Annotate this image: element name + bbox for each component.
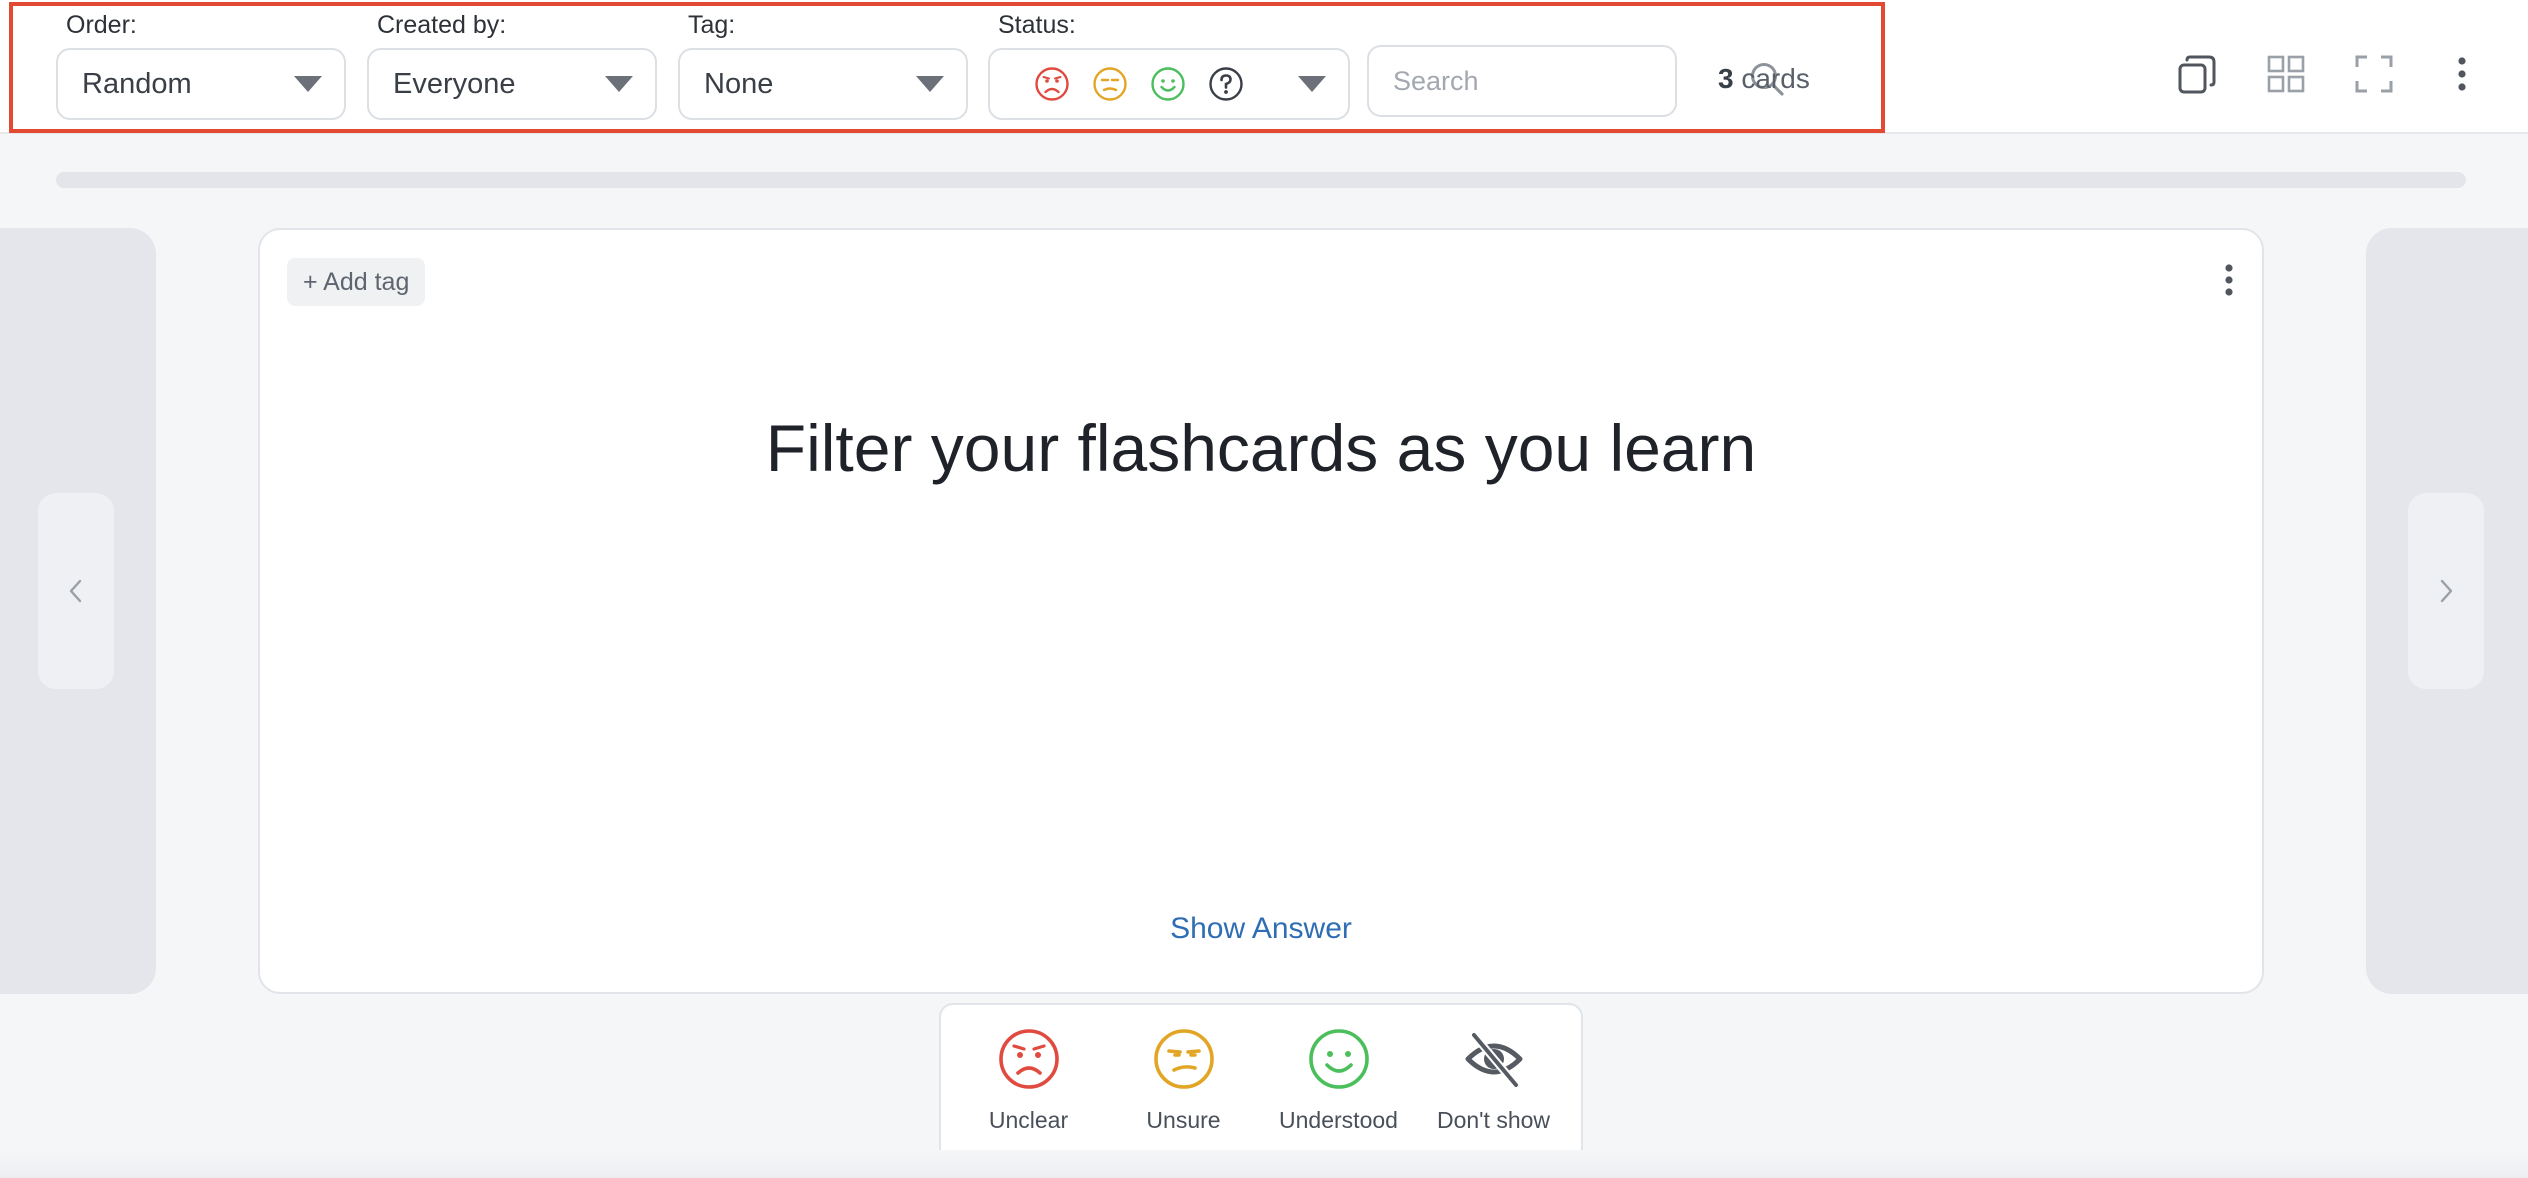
next-card-button[interactable] — [2408, 493, 2484, 689]
progress-bar — [56, 172, 2466, 188]
search-box — [1367, 45, 1784, 117]
created-by-select[interactable]: Everyone — [367, 48, 657, 120]
rating-unsure-button[interactable]: Unsure — [1109, 1027, 1259, 1134]
happy-face-icon[interactable] — [1150, 66, 1186, 102]
order-value: Random — [82, 67, 192, 100]
eye-off-icon — [1462, 1027, 1526, 1091]
status-icons — [1014, 66, 1298, 102]
rating-bar: Unclear Unsure Understood Don't show — [939, 1003, 1583, 1167]
question-circle-icon[interactable] — [1208, 66, 1244, 102]
chevron-left-icon — [69, 579, 82, 603]
unsure-face-icon — [1152, 1027, 1216, 1091]
rating-unclear-button[interactable]: Unclear — [954, 1027, 1104, 1134]
status-filter: Status: — [988, 10, 1350, 120]
card-count-number: 3 — [1718, 63, 1734, 94]
rating-understood-label: Understood — [1279, 1107, 1398, 1133]
show-answer-button[interactable]: Show Answer — [260, 912, 2262, 946]
status-select[interactable] — [988, 48, 1350, 120]
rating-dont-show-button[interactable]: Don't show — [1419, 1027, 1569, 1134]
created-by-filter: Created by: Everyone — [367, 10, 657, 120]
flashcard: + Add tag Filter your flashcards as you … — [258, 228, 2264, 994]
rating-understood-button[interactable]: Understood — [1264, 1027, 1414, 1134]
next-card-panel — [2366, 228, 2528, 994]
fullscreen-icon[interactable] — [2352, 52, 2396, 96]
previous-card-panel — [0, 228, 156, 994]
sad-face-icon[interactable] — [1034, 66, 1070, 102]
order-select[interactable]: Random — [56, 48, 346, 120]
order-label: Order: — [66, 11, 137, 39]
chevron-down-icon — [1298, 76, 1326, 92]
card-question: Filter your flashcards as you learn — [765, 411, 1757, 485]
more-vertical-icon[interactable] — [2440, 52, 2484, 96]
created-by-label: Created by: — [377, 11, 507, 39]
tag-label: Tag: — [688, 11, 736, 39]
add-tag-button[interactable]: + Add tag — [287, 258, 426, 306]
previous-card-button[interactable] — [38, 493, 114, 689]
rating-unsure-label: Unsure — [1146, 1107, 1221, 1133]
card-count-unit: cards — [1733, 63, 1810, 94]
toolbar: Order: Random Created by: Everyone Tag: … — [0, 0, 2528, 134]
search-input[interactable] — [1393, 65, 1747, 97]
rating-dont-show-label: Don't show — [1436, 1107, 1551, 1133]
chevron-right-icon — [2440, 579, 2453, 603]
copy-icon[interactable] — [2176, 52, 2220, 96]
unsure-face-icon[interactable] — [1092, 66, 1128, 102]
tag-filter: Tag: None — [678, 10, 968, 120]
bottom-shade — [0, 1150, 2528, 1178]
chevron-down-icon — [605, 76, 633, 92]
chevron-down-icon — [294, 76, 322, 92]
created-by-value: Everyone — [393, 67, 516, 100]
tag-value: None — [704, 67, 774, 100]
sad-face-icon — [997, 1027, 1061, 1091]
happy-face-icon — [1307, 1027, 1371, 1091]
grid-view-icon[interactable] — [2264, 52, 2308, 96]
chevron-down-icon — [916, 76, 944, 92]
tag-select[interactable]: None — [678, 48, 968, 120]
card-more-icon[interactable] — [2214, 260, 2244, 300]
status-label: Status: — [998, 11, 1076, 39]
rating-unclear-label: Unclear — [988, 1107, 1069, 1133]
card-count: 3 cards — [1718, 58, 1810, 100]
order-filter: Order: Random — [56, 10, 346, 120]
